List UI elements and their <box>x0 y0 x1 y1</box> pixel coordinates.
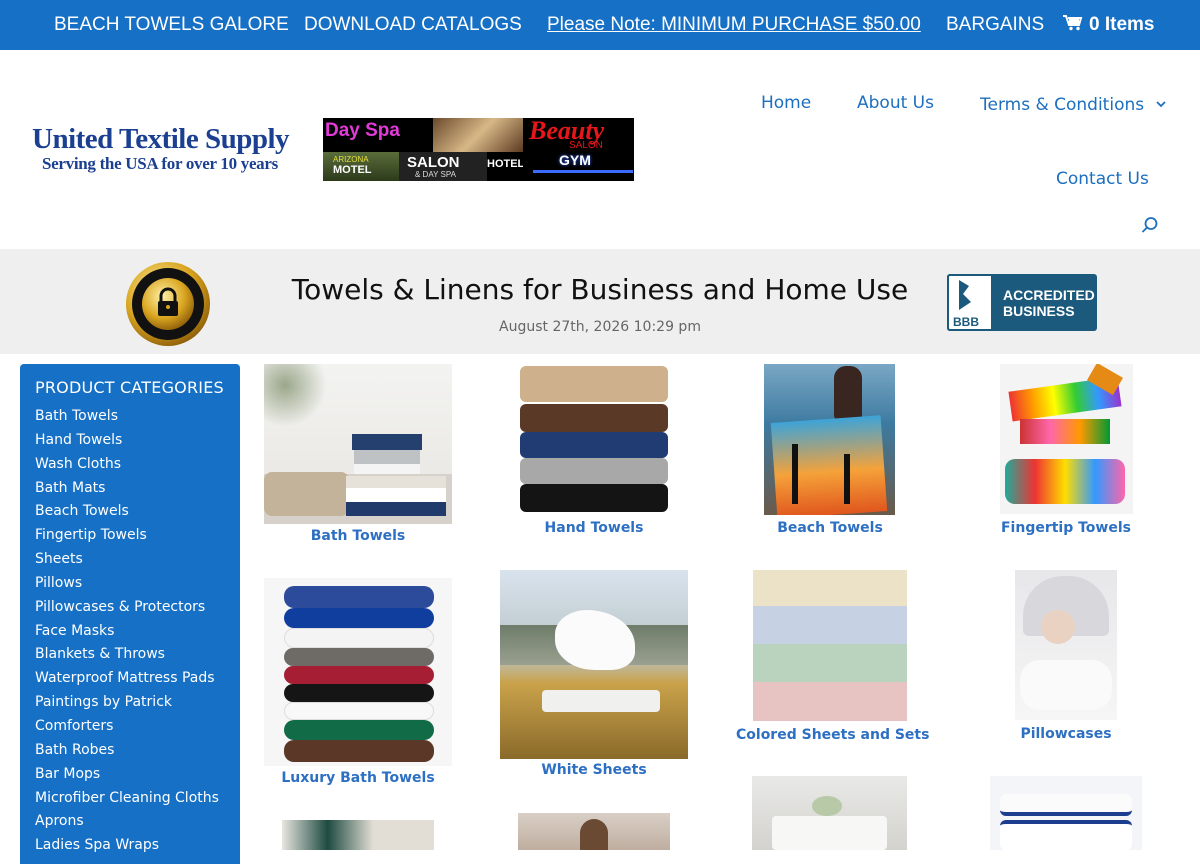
cart-count: 0 Items <box>1089 14 1155 35</box>
shopping-cart-icon <box>1063 15 1083 31</box>
banner-day-spa-small: & DAY SPA <box>415 170 456 179</box>
title-band: Towels & Linens for Business and Home Us… <box>0 249 1200 354</box>
category-item[interactable]: Bath Robes <box>35 742 219 766</box>
topbar-link-beach-towels-galore[interactable]: BEACH TOWELS GALORE <box>54 14 289 36</box>
nav-terms-conditions[interactable]: Terms & Conditions <box>980 93 1166 115</box>
product-row3-item[interactable] <box>264 820 452 850</box>
product-label[interactable]: Colored Sheets and Sets <box>736 727 929 743</box>
banner-day-spa: Day Spa <box>325 120 400 141</box>
product-luxury-bath-towels[interactable]: Luxury Bath Towels <box>264 578 452 793</box>
product-image[interactable] <box>518 364 670 514</box>
category-item[interactable]: Blankets & Throws <box>35 646 219 670</box>
category-item[interactable]: Paintings by Patrick <box>35 694 219 718</box>
product-bath-towels[interactable]: Bath Towels <box>264 364 452 549</box>
site-logo[interactable]: United Textile Supply Serving the USA fo… <box>32 123 290 174</box>
category-item[interactable]: Pillows <box>35 575 219 599</box>
product-hand-towels[interactable]: Hand Towels <box>500 364 688 544</box>
category-item[interactable]: Face Masks <box>35 623 219 647</box>
product-colored-sheets[interactable]: Colored Sheets and Sets <box>736 570 929 750</box>
bbb-line2: BUSINESS <box>1003 303 1075 319</box>
banner-arizona: ARIZONA <box>333 155 369 164</box>
category-item[interactable]: Wash Cloths <box>35 456 219 480</box>
product-label[interactable]: Hand Towels <box>500 520 688 536</box>
product-image[interactable] <box>500 570 688 759</box>
topbar-link-download-catalogs[interactable]: DOWNLOAD CATALOGS <box>304 14 522 36</box>
product-image[interactable] <box>264 364 452 524</box>
category-list: Bath Towels Hand Towels Wash Cloths Bath… <box>35 408 219 861</box>
category-item[interactable]: Hand Towels <box>35 432 219 456</box>
nav-about-us[interactable]: About Us <box>857 93 934 113</box>
topbar-link-minimum-purchase[interactable]: Please Note: MINIMUM PURCHASE $50.00 <box>547 14 921 36</box>
category-item[interactable]: Bar Mops <box>35 766 219 790</box>
product-row3-item[interactable] <box>972 776 1160 850</box>
product-image[interactable] <box>282 820 434 850</box>
bbb-accredited-badge[interactable]: BBB ACCREDITED BUSINESS <box>947 274 1097 331</box>
product-white-sheets[interactable]: White Sheets <box>500 570 688 785</box>
product-label[interactable]: Pillowcases <box>972 726 1160 742</box>
category-item[interactable]: Waterproof Mattress Pads <box>35 670 219 694</box>
sidebar-title: PRODUCT CATEGORIES <box>35 378 224 397</box>
category-item[interactable]: Beach Towels <box>35 503 219 527</box>
banner-salon: SALON <box>407 154 460 171</box>
category-item[interactable]: Bath Mats <box>35 480 219 504</box>
product-label[interactable]: Beach Towels <box>736 520 924 536</box>
product-label[interactable]: Bath Towels <box>264 528 452 544</box>
product-label[interactable]: White Sheets <box>500 762 688 778</box>
product-image[interactable] <box>764 364 895 515</box>
category-item[interactable]: Pillowcases & Protectors <box>35 599 219 623</box>
banner-salon-small: SALON <box>569 140 603 151</box>
bbb-mark: BBB <box>953 315 979 329</box>
banner-gym: GYM <box>559 152 591 168</box>
top-bar: BEACH TOWELS GALORE DOWNLOAD CATALOGS Pl… <box>0 0 1200 50</box>
product-beach-towels[interactable]: Beach Towels <box>736 364 924 544</box>
business-types-banner: Day Spa Beauty SALON ARIZONA MOTEL SALON… <box>323 118 634 181</box>
site-header: United Textile Supply Serving the USA fo… <box>0 50 1200 249</box>
topbar-link-bargains[interactable]: BARGAINS <box>946 14 1044 36</box>
category-item[interactable]: Sheets <box>35 551 219 575</box>
nav-contact-us[interactable]: Contact Us <box>1056 169 1149 189</box>
product-image[interactable] <box>990 776 1142 850</box>
nav-home[interactable]: Home <box>761 93 811 113</box>
banner-motel: MOTEL <box>333 164 372 176</box>
category-item[interactable]: Comforters <box>35 718 219 742</box>
category-item[interactable]: Ladies Spa Wraps <box>35 837 219 861</box>
search-icon[interactable] <box>1141 216 1159 234</box>
product-image[interactable] <box>1000 364 1133 514</box>
category-item[interactable]: Fingertip Towels <box>35 527 219 551</box>
product-image[interactable] <box>1015 570 1117 720</box>
product-image[interactable] <box>264 578 452 766</box>
product-label[interactable]: Luxury Bath Towels <box>264 770 452 786</box>
product-image[interactable] <box>518 813 670 850</box>
category-item[interactable]: Bath Towels <box>35 408 219 432</box>
product-row3-item[interactable] <box>500 813 688 850</box>
product-image[interactable] <box>752 776 907 850</box>
banner-hotel: HOTEL <box>487 158 525 170</box>
logo-title: United Textile Supply <box>32 123 290 155</box>
product-label[interactable]: Fingertip Towels <box>972 520 1160 536</box>
bbb-line1: ACCREDITED <box>1003 287 1095 303</box>
product-categories-sidebar: PRODUCT CATEGORIES Bath Towels Hand Towe… <box>20 364 240 864</box>
chevron-down-icon <box>1155 93 1166 113</box>
category-item[interactable]: Aprons <box>35 813 219 837</box>
cart-link[interactable]: 0 Items <box>1063 14 1154 36</box>
product-pillowcases[interactable]: Pillowcases <box>972 570 1160 750</box>
product-row3-item[interactable] <box>736 776 924 850</box>
product-fingertip-towels[interactable]: Fingertip Towels <box>972 364 1160 544</box>
logo-subtitle: Serving the USA for over 10 years <box>42 154 278 173</box>
category-item[interactable]: Microfiber Cleaning Cloths <box>35 790 219 814</box>
nav-terms-label: Terms & Conditions <box>980 95 1145 115</box>
product-image[interactable] <box>753 570 907 721</box>
